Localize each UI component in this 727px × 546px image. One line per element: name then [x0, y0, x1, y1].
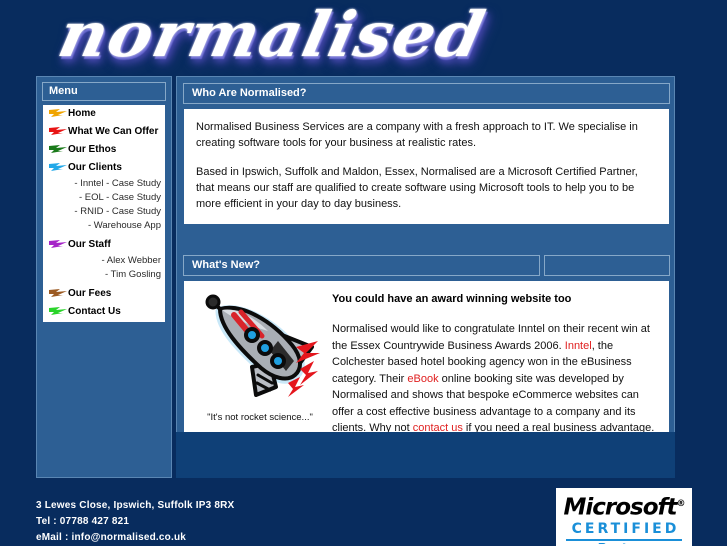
footer-contact-details: 3 Lewes Close, Ipswich, Suffolk IP3 8RX … [36, 498, 234, 546]
sidebar-item-label: Our Staff [68, 239, 111, 250]
sidebar-item-home[interactable]: Home [43, 105, 165, 123]
menu-title: Menu [42, 82, 166, 101]
site-logo[interactable]: normalised [52, 0, 680, 76]
sidebar-item-technical-info[interactable]: Technical Info [43, 321, 165, 322]
sidebar-subitem[interactable]: - Alex Webber [43, 254, 165, 268]
badge-brand-label: Microsoft [563, 494, 677, 521]
rocket-column: "It's not rocket science..." [190, 289, 330, 437]
badge-certified-text: CERTIFIED [571, 520, 680, 537]
sidebar-item-label: Our Ethos [68, 144, 117, 155]
rocket-icon [196, 294, 324, 406]
arrow-flag-icon [49, 307, 67, 315]
badge-trademark: ® [676, 499, 686, 509]
content-panel-footer-strip [176, 432, 675, 478]
page-body: Menu Home What We Can Offer Our Ethos Our C… [0, 76, 727, 481]
sidebar-subitem[interactable]: - RNID - Case Study [43, 205, 165, 219]
link-ebook[interactable]: eBook [407, 373, 438, 385]
site-logo-text: normalised [52, 0, 492, 71]
rocket-caption: "It's not rocket science..." [207, 412, 313, 423]
who-paragraph-2: Based in Ipswich, Suffolk and Maldon, Es… [196, 166, 638, 210]
microsoft-certified-partner-badge: Microsoft® CERTIFIED Partner [556, 488, 692, 546]
sidebar-item-our-staff[interactable]: Our Staff [43, 236, 165, 254]
arrow-flag-icon [49, 109, 67, 117]
whats-new-article-text: Normalised would like to congratulate In… [332, 321, 659, 437]
arrow-flag-icon [49, 289, 67, 297]
arrow-flag-icon [49, 145, 67, 153]
badge-partner-text: Partner [558, 542, 690, 544]
sidebar-subitem[interactable]: - Tim Gosling [43, 268, 165, 282]
sidebar-item-label: Our Clients [68, 162, 122, 173]
badge-brand-text: Microsoft® [558, 491, 690, 521]
site-header: normalised [0, 0, 727, 76]
badge-divider [566, 538, 682, 541]
sidebar-item-our-clients[interactable]: Our Clients [43, 159, 165, 177]
sidebar-item-label: Home [68, 108, 96, 119]
whats-new-article-title: You could have an award winning website … [332, 293, 572, 305]
sidebar-item-what-we-can-offer[interactable]: What We Can Offer [43, 123, 165, 141]
card-who-are-normalised: Who Are Normalised? Normalised Business … [183, 83, 670, 225]
link-inntel[interactable]: Inntel [565, 340, 592, 352]
sidebar-subitem[interactable]: - Warehouse App [43, 219, 165, 233]
card-whats-new: What's New? "It's not rocket science..."… [183, 255, 670, 448]
whats-new-heading-side [544, 255, 670, 276]
sidebar-item-our-fees[interactable]: Our Fees [43, 285, 165, 303]
card-who-heading: Who Are Normalised? [183, 83, 670, 104]
site-footer: 3 Lewes Close, Ipswich, Suffolk IP3 8RX … [0, 481, 727, 546]
sidebar-item-our-ethos[interactable]: Our Ethos [43, 141, 165, 159]
footer-tel-line: Tel : 07788 427 821 [36, 516, 130, 527]
sidebar-item-label: Our Fees [68, 288, 112, 299]
whats-new-heading-row: What's New? [183, 255, 670, 276]
who-paragraph-1: Normalised Business Services are a compa… [196, 121, 638, 149]
sidebar-item-contact-us[interactable]: Contact Us [43, 303, 165, 321]
sidebar-subitem[interactable]: - Inntel - Case Study [43, 177, 165, 191]
arrow-flag-icon [49, 127, 67, 135]
footer-email-line: eMail : info@normalised.co.uk [36, 532, 187, 543]
content-panel: Who Are Normalised? Normalised Business … [176, 76, 675, 448]
sidebar-subitem[interactable]: - EOL - Case Study [43, 191, 165, 205]
whats-new-text-column: You could have an award winning website … [330, 289, 659, 437]
menu-list: Home What We Can Offer Our Ethos Our Client… [42, 104, 166, 323]
arrow-flag-icon [49, 163, 67, 171]
card-who-body: Normalised Business Services are a compa… [183, 108, 670, 225]
whats-new-body: "It's not rocket science..." You could h… [183, 280, 670, 448]
whats-new-heading: What's New? [183, 255, 540, 276]
arrow-flag-icon [49, 240, 67, 248]
sidebar-item-label: What We Can Offer [68, 126, 159, 137]
footer-address-line: 3 Lewes Close, Ipswich, Suffolk IP3 8RX [36, 500, 235, 511]
sidebar-item-label: Contact Us [68, 306, 121, 317]
sidebar: Menu Home What We Can Offer Our Ethos Our C… [36, 76, 172, 478]
